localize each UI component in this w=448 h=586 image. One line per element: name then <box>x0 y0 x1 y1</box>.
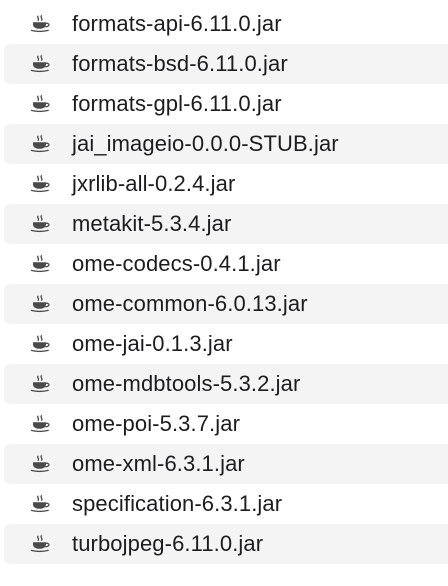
file-list: formats-api-6.11.0.jar formats-bsd-6.11.… <box>0 0 448 586</box>
file-name: ome-jai-0.1.3.jar <box>72 331 233 356</box>
file-name: turbojpeg-6.11.0.jar <box>72 531 264 556</box>
file-name: ome-common-6.0.13.jar <box>72 291 308 316</box>
file-row[interactable]: metakit-5.3.4.jar <box>4 204 448 244</box>
java-jar-icon <box>30 534 60 554</box>
java-jar-icon <box>30 494 60 514</box>
file-row[interactable]: ome-xml-6.3.1.jar <box>4 444 448 484</box>
file-name: formats-gpl-6.11.0.jar <box>72 91 282 116</box>
file-name: specification-6.3.1.jar <box>72 491 283 516</box>
file-row[interactable]: turbojpeg-6.11.0.jar <box>4 524 448 564</box>
java-jar-icon <box>30 134 60 154</box>
java-jar-icon <box>30 214 60 234</box>
file-row[interactable]: ome-codecs-0.4.1.jar <box>0 244 448 284</box>
java-jar-icon <box>30 374 60 394</box>
file-name: formats-bsd-6.11.0.jar <box>72 51 288 76</box>
java-jar-icon <box>30 454 60 474</box>
java-jar-icon <box>30 94 60 114</box>
java-jar-icon <box>30 14 60 34</box>
file-row[interactable]: formats-gpl-6.11.0.jar <box>0 84 448 124</box>
file-name: formats-api-6.11.0.jar <box>72 11 282 36</box>
file-row[interactable]: ome-common-6.0.13.jar <box>4 284 448 324</box>
file-name: metakit-5.3.4.jar <box>72 211 232 236</box>
file-row[interactable]: ome-jai-0.1.3.jar <box>0 324 448 364</box>
file-row[interactable]: ome-mdbtools-5.3.2.jar <box>4 364 448 404</box>
file-name: ome-poi-5.3.7.jar <box>72 411 240 436</box>
java-jar-icon <box>30 54 60 74</box>
file-row[interactable]: specification-6.3.1.jar <box>0 484 448 524</box>
file-row[interactable]: formats-api-6.11.0.jar <box>0 4 448 44</box>
file-row[interactable]: formats-bsd-6.11.0.jar <box>4 44 448 84</box>
java-jar-icon <box>30 294 60 314</box>
java-jar-icon <box>30 174 60 194</box>
file-name: ome-xml-6.3.1.jar <box>72 451 245 476</box>
java-jar-icon <box>30 414 60 434</box>
java-jar-icon <box>30 254 60 274</box>
file-name: jxrlib-all-0.2.4.jar <box>72 171 236 196</box>
file-row[interactable]: ome-poi-5.3.7.jar <box>0 404 448 444</box>
file-name: ome-codecs-0.4.1.jar <box>72 251 281 276</box>
file-name: jai_imageio-0.0.0-STUB.jar <box>72 131 339 156</box>
file-name: ome-mdbtools-5.3.2.jar <box>72 371 301 396</box>
file-row[interactable]: jai_imageio-0.0.0-STUB.jar <box>4 124 448 164</box>
file-row[interactable]: jxrlib-all-0.2.4.jar <box>0 164 448 204</box>
java-jar-icon <box>30 334 60 354</box>
